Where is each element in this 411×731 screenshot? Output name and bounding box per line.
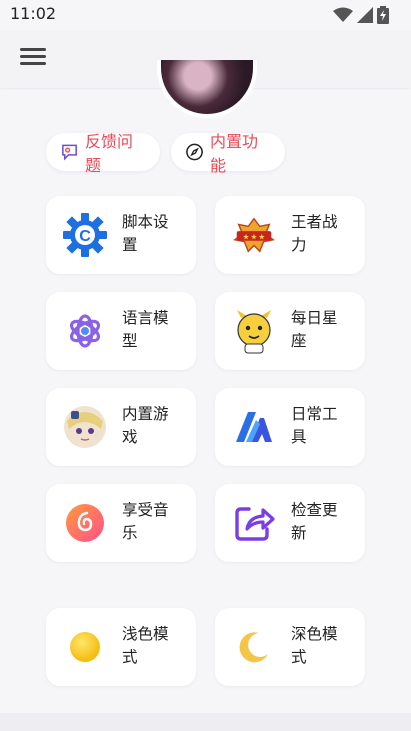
avatar[interactable]	[157, 60, 257, 118]
daily-tools-icon	[231, 404, 277, 450]
light-mode-icon	[62, 624, 108, 670]
feedback-label: 反馈问题	[85, 132, 134, 175]
compass-icon	[186, 143, 203, 161]
navigation-bar	[0, 713, 411, 731]
card-label: 检查更新	[291, 501, 338, 542]
built-in-game-icon	[62, 404, 108, 450]
card-honor-of-kings[interactable]: ★ ★ ★ 王者战力	[215, 196, 365, 274]
menu-button[interactable]	[18, 44, 48, 70]
builtin-features-label: 内置功能	[210, 132, 259, 175]
status-bar: 11:02	[0, 0, 411, 30]
card-label: 脚本设置	[122, 213, 169, 254]
card-language-model[interactable]: 语言模型	[46, 292, 196, 370]
feedback-icon	[62, 144, 77, 161]
card-daily-tools[interactable]: 日常工具	[215, 388, 365, 466]
dark-mode-icon	[231, 624, 277, 670]
wifi-icon	[333, 7, 353, 22]
card-label: 语言模型	[122, 309, 169, 350]
builtin-features-button[interactable]: 内置功能	[171, 132, 285, 175]
status-icons	[333, 6, 389, 24]
daily-horoscope-icon	[231, 308, 277, 354]
card-check-update[interactable]: 检查更新	[215, 484, 365, 562]
card-label: 内置游戏	[122, 405, 169, 446]
svg-text:C: C	[79, 228, 91, 245]
svg-text:★ ★ ★: ★ ★ ★	[243, 233, 266, 241]
menu-icon	[20, 48, 46, 51]
card-label: 浅色模式	[122, 625, 169, 666]
status-time: 11:02	[10, 4, 57, 23]
update-share-icon	[231, 500, 277, 546]
feedback-button[interactable]: 反馈问题	[46, 132, 160, 175]
card-label: 王者战力	[291, 213, 338, 254]
honor-of-kings-logo-icon: ★ ★ ★	[231, 212, 277, 258]
language-model-icon	[62, 308, 108, 354]
battery-icon	[377, 6, 389, 24]
card-light-mode[interactable]: 浅色模式	[46, 608, 196, 686]
card-dark-mode[interactable]: 深色模式	[215, 608, 365, 686]
card-label: 日常工具	[291, 405, 338, 446]
card-script-settings[interactable]: C 脚本设置	[46, 196, 196, 274]
music-icon	[62, 500, 108, 546]
card-music[interactable]: 享受音乐	[46, 484, 196, 562]
card-built-in-game[interactable]: 内置游戏	[46, 388, 196, 466]
card-daily-horoscope[interactable]: 每日星座	[215, 292, 365, 370]
card-label: 每日星座	[291, 309, 338, 350]
card-label: 享受音乐	[122, 501, 169, 542]
signal-icon	[357, 7, 373, 23]
script-settings-gear-icon: C	[62, 212, 108, 258]
card-label: 深色模式	[291, 625, 338, 666]
